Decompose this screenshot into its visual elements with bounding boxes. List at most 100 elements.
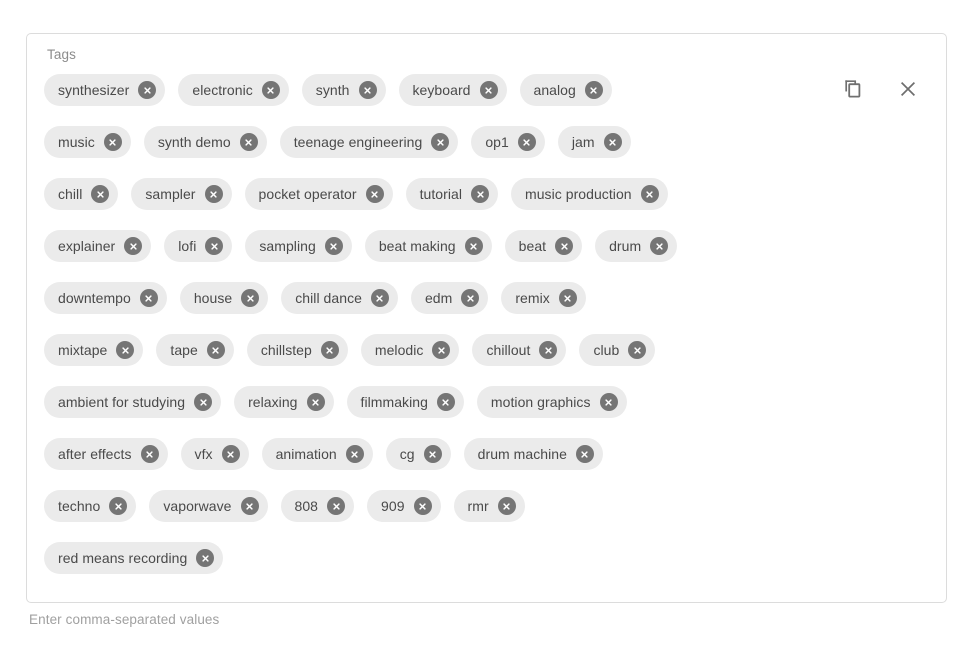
remove-tag-icon[interactable] bbox=[628, 341, 647, 359]
remove-tag-icon[interactable] bbox=[584, 81, 603, 99]
remove-tag-icon[interactable] bbox=[423, 445, 442, 463]
tag-chip[interactable]: music production bbox=[511, 178, 668, 210]
remove-tag-icon[interactable] bbox=[431, 133, 450, 151]
remove-tag-icon[interactable] bbox=[241, 289, 260, 307]
remove-tag-icon[interactable] bbox=[140, 445, 159, 463]
remove-tag-icon[interactable] bbox=[320, 341, 339, 359]
tag-chip[interactable]: cg bbox=[385, 438, 451, 470]
remove-tag-icon[interactable] bbox=[558, 289, 577, 307]
remove-tag-icon[interactable] bbox=[205, 237, 224, 255]
remove-tag-icon[interactable] bbox=[539, 341, 558, 359]
tag-chip[interactable]: tape bbox=[156, 334, 234, 366]
tag-chip[interactable]: chillstep bbox=[246, 334, 348, 366]
tag-chip[interactable]: chillout bbox=[472, 334, 567, 366]
remove-tag-icon[interactable] bbox=[358, 81, 377, 99]
tag-chip[interactable]: rmr bbox=[453, 490, 525, 522]
tag-chip[interactable]: sampler bbox=[131, 178, 232, 210]
remove-tag-icon[interactable] bbox=[650, 237, 669, 255]
remove-tag-icon[interactable] bbox=[432, 341, 451, 359]
tag-chip[interactable]: relaxing bbox=[234, 386, 334, 418]
remove-tag-icon[interactable] bbox=[306, 393, 325, 411]
remove-tag-icon[interactable] bbox=[239, 133, 258, 151]
tag-chip[interactable]: beat bbox=[504, 230, 583, 262]
tag-chip[interactable]: drum machine bbox=[463, 438, 603, 470]
remove-tag-icon[interactable] bbox=[204, 185, 223, 203]
tag-chip[interactable]: pocket operator bbox=[244, 178, 393, 210]
remove-tag-icon[interactable] bbox=[139, 289, 158, 307]
tag-chip[interactable]: animation bbox=[261, 438, 373, 470]
tag-chip[interactable]: mixtape bbox=[44, 334, 144, 366]
tag-chip[interactable]: house bbox=[179, 282, 269, 314]
tag-chip[interactable]: drum bbox=[595, 230, 678, 262]
tag-chip[interactable]: techno bbox=[44, 490, 137, 522]
remove-tag-icon[interactable] bbox=[479, 81, 498, 99]
remove-tag-icon[interactable] bbox=[194, 393, 213, 411]
remove-tag-icon[interactable] bbox=[365, 185, 384, 203]
tag-chip[interactable]: chill dance bbox=[281, 282, 398, 314]
remove-tag-icon[interactable] bbox=[324, 237, 343, 255]
tag-chip[interactable]: op1 bbox=[471, 126, 545, 158]
remove-tag-icon[interactable] bbox=[555, 237, 574, 255]
remove-tag-icon[interactable] bbox=[640, 185, 659, 203]
tag-chip[interactable]: teenage engineering bbox=[279, 126, 459, 158]
tag-chip[interactable]: 909 bbox=[367, 490, 441, 522]
tag-chip[interactable]: synthesizer bbox=[44, 74, 166, 106]
remove-tag-icon[interactable] bbox=[370, 289, 389, 307]
tag-chip[interactable]: vfx bbox=[180, 438, 249, 470]
tag-chip[interactable]: vaporwave bbox=[149, 490, 268, 522]
remove-tag-icon[interactable] bbox=[124, 237, 143, 255]
remove-tag-icon[interactable] bbox=[196, 549, 215, 567]
remove-tag-icon[interactable] bbox=[261, 81, 280, 99]
remove-tag-icon[interactable] bbox=[327, 497, 346, 515]
tag-chip[interactable]: sampling bbox=[245, 230, 352, 262]
clear-button[interactable] bbox=[893, 74, 923, 104]
remove-tag-icon[interactable] bbox=[240, 497, 259, 515]
tag-chip[interactable]: edm bbox=[410, 282, 489, 314]
tag-chip[interactable]: after effects bbox=[44, 438, 168, 470]
remove-tag-icon[interactable] bbox=[471, 185, 489, 203]
remove-tag-icon[interactable] bbox=[413, 497, 432, 515]
remove-tag-icon[interactable] bbox=[345, 445, 364, 463]
remove-tag-icon[interactable] bbox=[517, 133, 536, 151]
remove-tag-icon[interactable] bbox=[91, 185, 110, 203]
tag-chip[interactable]: filmmaking bbox=[346, 386, 464, 418]
remove-tag-icon[interactable] bbox=[464, 237, 483, 255]
remove-tag-icon[interactable] bbox=[116, 341, 135, 359]
remove-tag-icon[interactable] bbox=[603, 133, 622, 151]
remove-tag-icon[interactable] bbox=[436, 393, 455, 411]
tag-chip[interactable]: melodic bbox=[360, 334, 460, 366]
remove-tag-icon[interactable] bbox=[221, 445, 240, 463]
tag-chip[interactable]: tutorial bbox=[405, 178, 498, 210]
remove-tag-icon[interactable] bbox=[206, 341, 225, 359]
remove-tag-icon[interactable] bbox=[497, 497, 516, 515]
tag-chip[interactable]: ambient for studying bbox=[44, 386, 222, 418]
tag-chip[interactable]: music bbox=[44, 126, 131, 158]
tag-chip-label: drum bbox=[609, 238, 642, 254]
remove-tag-icon[interactable] bbox=[138, 81, 157, 99]
remove-tag-icon[interactable] bbox=[575, 445, 594, 463]
tag-chip[interactable]: 808 bbox=[280, 490, 355, 522]
tag-chip[interactable]: club bbox=[579, 334, 656, 366]
tag-chip-label: music bbox=[58, 134, 95, 150]
tag-chip[interactable]: synth demo bbox=[143, 126, 267, 158]
copy-button[interactable] bbox=[838, 74, 868, 104]
tags-field[interactable]: Tags synthesizer electronic synth keyboard a… bbox=[26, 33, 947, 603]
remove-tag-icon[interactable] bbox=[103, 133, 122, 151]
remove-tag-icon[interactable] bbox=[461, 289, 480, 307]
tag-chip[interactable]: beat making bbox=[364, 230, 492, 262]
tag-chip[interactable]: motion graphics bbox=[476, 386, 627, 418]
tag-chip[interactable]: synth bbox=[301, 74, 386, 106]
tag-chip[interactable]: downtempo bbox=[44, 282, 167, 314]
tag-chip-row: chill sampler pocket operator tutorial music… bbox=[44, 178, 836, 210]
tag-chip[interactable]: explainer bbox=[44, 230, 152, 262]
tag-chip[interactable]: lofi bbox=[164, 230, 233, 262]
tag-chip[interactable]: chill bbox=[44, 178, 119, 210]
tag-chip[interactable]: jam bbox=[557, 126, 631, 158]
tag-chip[interactable]: electronic bbox=[178, 74, 289, 106]
tag-chip[interactable]: remix bbox=[501, 282, 586, 314]
remove-tag-icon[interactable] bbox=[109, 497, 128, 515]
tag-chip[interactable]: red means recording bbox=[44, 542, 224, 574]
remove-tag-icon[interactable] bbox=[599, 393, 618, 411]
tag-chip[interactable]: analog bbox=[519, 74, 612, 106]
tag-chip[interactable]: keyboard bbox=[398, 74, 507, 106]
